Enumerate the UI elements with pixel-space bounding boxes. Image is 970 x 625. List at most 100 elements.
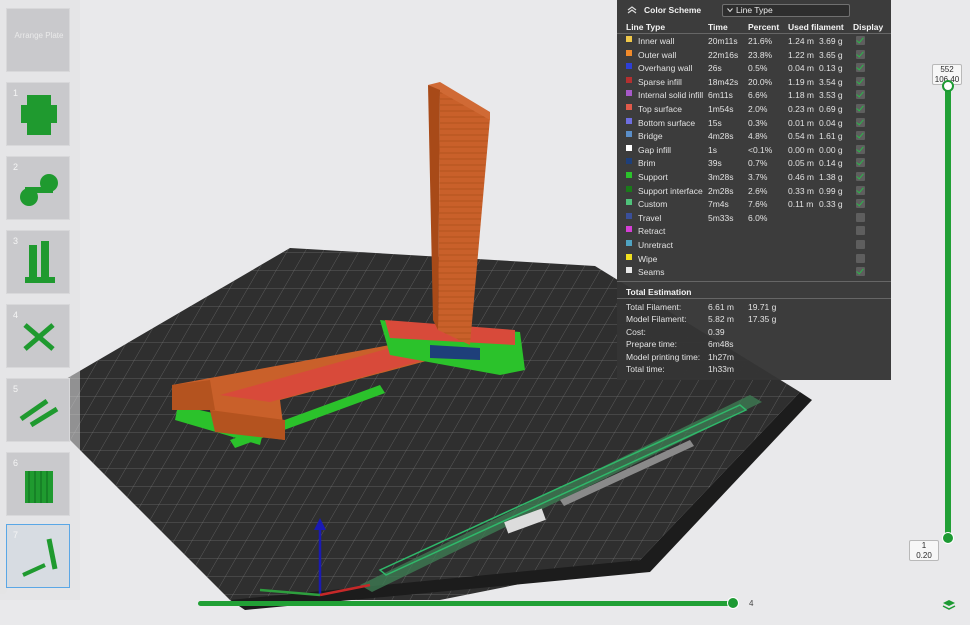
color-swatch (626, 144, 632, 151)
legend-row: Bridge 4m28s 4.8% 0.54 m 1.61 g (617, 130, 891, 144)
layers-icon[interactable] (942, 598, 956, 612)
total-estimation-title: Total Estimation (626, 287, 692, 297)
plate-5[interactable]: 5 (6, 378, 70, 442)
line-type-time: 1m54s (708, 104, 734, 114)
total-label: Model printing time: (626, 351, 701, 362)
total-value-1: 1h27m (708, 351, 734, 362)
color-swatch (626, 226, 632, 233)
move-slider-track[interactable] (198, 601, 735, 606)
line-type-name: Custom (638, 199, 668, 210)
col-display: Display (853, 22, 884, 32)
line-type-name: Sparse infill (638, 76, 682, 87)
divider (617, 298, 891, 299)
legend-row: Internal solid infill 6m11s 6.6% 1.18 m 3.53… (617, 89, 891, 103)
display-checkbox[interactable] (856, 185, 865, 195)
line-type-length: 0.46 m (788, 172, 814, 182)
line-type-weight: 1.38 g (819, 172, 843, 182)
color-scheme-select[interactable]: Line Type (722, 4, 850, 17)
plate-2[interactable]: 2 (6, 156, 70, 220)
display-checkbox[interactable] (856, 90, 865, 100)
legend-row: Outer wall 22m16s 23.8% 1.22 m 3.65 g (617, 49, 891, 63)
total-value-1: 1h33m (708, 364, 734, 374)
display-checkbox[interactable] (856, 131, 865, 141)
line-type-length: 0.05 m (788, 158, 814, 169)
line-type-length: 1.18 m (788, 90, 814, 101)
display-checkbox[interactable] (856, 144, 865, 154)
display-checkbox[interactable] (856, 240, 865, 249)
plate-7[interactable]: 7 (6, 524, 70, 588)
line-type-percent: 0.7% (748, 158, 768, 169)
line-type-length: 1.22 m (788, 49, 814, 60)
plate-6[interactable]: 6 (6, 452, 70, 516)
layer-slider-track[interactable] (945, 85, 951, 541)
total-row: Total time: 1h33m (617, 364, 891, 377)
plate-4[interactable]: 4 (6, 304, 70, 368)
display-checkbox[interactable] (856, 212, 865, 222)
display-checkbox[interactable] (856, 63, 865, 73)
move-slider-handle[interactable] (727, 597, 739, 609)
line-type-time: 5m33s (708, 212, 734, 223)
legend-row: Support interface 2m28s 2.6% 0.33 m 0.99 g (617, 185, 891, 199)
line-type-weight: 0.13 g (819, 63, 843, 74)
color-scheme-label: Color Scheme (644, 5, 702, 15)
layer-top-handle[interactable] (942, 80, 954, 92)
line-type-length: 0.01 m (788, 117, 814, 128)
col-time: Time (708, 22, 728, 32)
divider (617, 281, 891, 282)
line-type-name: Inner wall (638, 36, 675, 46)
line-type-name: Overhang wall (638, 63, 693, 74)
legend-row: Custom 7m4s 7.6% 0.11 m 0.33 g (617, 198, 891, 212)
line-type-length: 1.19 m (788, 76, 814, 87)
display-checkbox[interactable] (856, 253, 865, 263)
line-type-length: 0.33 m (788, 185, 814, 196)
color-swatch (626, 131, 632, 138)
total-label: Model Filament: (626, 314, 687, 325)
line-type-length: 0.11 m (788, 199, 814, 210)
plate-3[interactable]: 3 (6, 230, 70, 294)
collapse-icon[interactable] (626, 4, 638, 16)
line-type-name: Outer wall (638, 49, 677, 60)
line-type-time: 7m4s (708, 199, 729, 210)
line-type-percent: 7.6% (748, 199, 768, 210)
display-checkbox[interactable] (856, 226, 865, 236)
display-checkbox[interactable] (856, 267, 865, 277)
legend-row: Seams (617, 266, 891, 280)
display-checkbox[interactable] (856, 158, 865, 168)
color-swatch (626, 240, 632, 246)
legend-row: Sparse infill 18m42s 20.0% 1.19 m 3.54 g (617, 76, 891, 90)
line-type-percent: 2.6% (748, 185, 768, 196)
plate-1[interactable]: 1 (6, 82, 70, 146)
plate-1-thumbnail-icon (21, 95, 57, 135)
display-checkbox[interactable] (856, 172, 865, 181)
line-type-name: Wipe (638, 253, 658, 264)
sliced-model-tower (380, 82, 525, 375)
line-type-time: 6m11s (708, 90, 733, 101)
color-swatch (626, 63, 632, 70)
total-row: Model printing time: 1h27m (617, 352, 891, 365)
line-type-weight: 0.99 g (819, 185, 843, 196)
line-type-length: 0.00 m (788, 144, 814, 155)
legend-row: Inner wall 20m11s 21.6% 1.24 m 3.69 g (617, 35, 891, 49)
layer-bottom-handle[interactable] (942, 532, 954, 544)
color-swatch (626, 36, 632, 42)
line-type-name: Bottom surface (638, 117, 696, 128)
line-type-name: Support (638, 172, 668, 182)
plate-6-thumbnail-icon (25, 471, 53, 503)
plate-2-thumbnail-icon (20, 174, 58, 206)
display-checkbox[interactable] (856, 199, 865, 209)
line-type-weight: 3.54 g (819, 76, 843, 87)
color-swatch (626, 212, 632, 219)
color-swatch (626, 267, 632, 274)
display-checkbox[interactable] (856, 36, 865, 45)
layer-bottom-number: 1 (921, 541, 927, 550)
color-swatch (626, 104, 632, 110)
line-type-weight: 0.33 g (819, 199, 843, 210)
display-checkbox[interactable] (856, 49, 865, 59)
display-checkbox[interactable] (856, 76, 865, 86)
display-checkbox[interactable] (856, 117, 865, 127)
plate-arrange[interactable]: Arrange Plate (6, 8, 70, 72)
display-checkbox[interactable] (856, 104, 865, 113)
total-value-1: 5.82 m (708, 314, 734, 325)
line-type-length: 1.24 m (788, 36, 814, 46)
legend-row: Bottom surface 15s 0.3% 0.01 m 0.04 g (617, 117, 891, 131)
